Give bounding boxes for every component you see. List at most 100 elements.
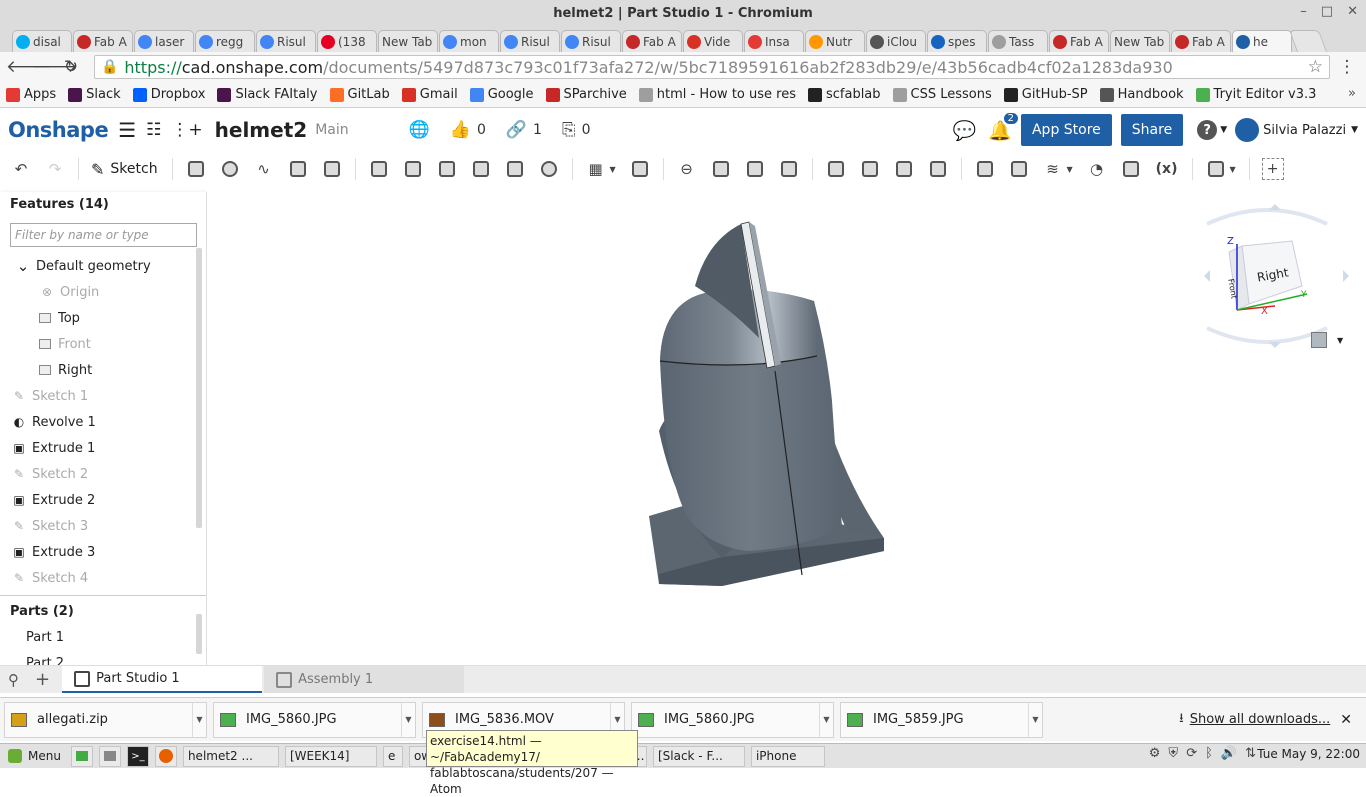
download-item[interactable]: IMG_5860.JPG ▼ [213, 701, 416, 738]
tab-4[interactable]: Risul [256, 30, 316, 52]
render-mode-dropdown-icon[interactable]: ▼ [1337, 336, 1343, 345]
bookmark-item[interactable]: scfablab [807, 87, 881, 102]
close-button[interactable]: ✕ [1347, 4, 1358, 19]
parts-list-scrollbar[interactable] [196, 614, 202, 654]
feature-filter-input[interactable]: Filter by name or type [10, 223, 197, 247]
tab-2[interactable]: laser [134, 30, 194, 52]
feature-item[interactable]: Right [0, 357, 206, 383]
tab-1[interactable]: Fab A [73, 30, 133, 52]
show-all-downloads[interactable]: ⭳ Show all downloads... [1179, 709, 1330, 731]
bookmark-item[interactable]: SParchive [545, 87, 627, 102]
bookmark-item[interactable]: Dropbox [132, 87, 205, 102]
start-menu-button[interactable]: Menu [4, 746, 65, 767]
show-all-link[interactable]: Show all downloads... [1190, 712, 1331, 727]
bookmark-item[interactable]: html - How to use res [638, 87, 796, 102]
feature-item[interactable]: ✎ Sketch 2 [0, 461, 206, 487]
import-icon[interactable] [1120, 158, 1142, 180]
download-menu-chevron-icon[interactable]: ▼ [1028, 702, 1042, 737]
revolve-icon[interactable] [219, 158, 241, 180]
tab-17[interactable]: Fab A [1049, 30, 1109, 52]
bookmark-item[interactable]: GitLab [329, 87, 390, 102]
update-icon[interactable]: ⟳ [1186, 746, 1197, 761]
avatar[interactable] [1235, 118, 1260, 142]
move-face-icon[interactable] [893, 158, 915, 180]
features-header[interactable]: Features (14) [0, 192, 206, 217]
chamfer-icon[interactable] [402, 158, 424, 180]
add-custom-feature-icon[interactable]: + [1261, 158, 1284, 180]
feature-list-scrollbar[interactable] [196, 248, 202, 528]
download-menu-chevron-icon[interactable]: ▼ [192, 702, 206, 737]
copies[interactable]: ⎘ 0 [562, 120, 591, 140]
part-item[interactable]: Part 1 [0, 624, 206, 650]
tab-3[interactable]: regg [195, 30, 255, 52]
feature-item[interactable]: ✎ Sketch 3 [0, 513, 206, 539]
hole-icon[interactable] [538, 158, 560, 180]
chevron-down-icon[interactable]: ▼ [1220, 125, 1227, 135]
sweep-icon[interactable]: ∿ [253, 158, 275, 180]
measure-icon[interactable]: ◔ [1086, 158, 1108, 180]
bookmark-star-icon[interactable]: ☆ [1308, 57, 1323, 77]
close-downloads-icon[interactable]: ✕ [1340, 712, 1352, 728]
sketch-button[interactable]: ✎ Sketch [91, 160, 158, 179]
tab-16[interactable]: Tass [988, 30, 1048, 52]
back-arrow-icon[interactable]: 🡐 [6, 57, 52, 77]
bookmark-item[interactable]: Gmail [401, 87, 458, 102]
url-input[interactable]: 🔒 https:// cad.onshape.com /documents/54… [93, 55, 1331, 79]
clock[interactable]: Tue May 9, 22:00 [1257, 747, 1360, 761]
feature-item[interactable]: ▣ Extrude 2 [0, 487, 206, 513]
tab-9[interactable]: Risul [561, 30, 621, 52]
redo-icon[interactable]: ↷ [44, 158, 66, 180]
add-element-icon[interactable]: + [35, 669, 50, 690]
bookmark-item[interactable]: GitHub-SP [1003, 87, 1088, 102]
feature-item[interactable]: ◐ Revolve 1 [0, 409, 206, 435]
bookmark-item[interactable]: Google [469, 87, 534, 102]
onshape-logo[interactable]: Onshape [8, 118, 109, 142]
rib-icon[interactable] [470, 158, 492, 180]
user-menu-chevron-icon[interactable]: ▼ [1351, 125, 1358, 135]
mate-connector-icon[interactable] [1008, 158, 1030, 180]
pattern-icon[interactable]: ▦ [585, 158, 607, 180]
task-item[interactable]: helmet2 ... [182, 745, 279, 767]
branch-name[interactable]: Main [315, 122, 348, 138]
feature-item[interactable]: ✎ Sketch 4 [0, 565, 206, 591]
feature-item[interactable]: ⊗ Origin [0, 279, 206, 305]
likes[interactable]: 👍 0 [450, 120, 486, 140]
split-icon[interactable] [710, 158, 732, 180]
shield-icon[interactable]: ⛨ [1168, 746, 1178, 761]
graphics-viewport[interactable]: Right Front Z X Y ▼ [207, 186, 1366, 665]
transform-icon[interactable] [744, 158, 766, 180]
minimize-button[interactable]: – [1300, 4, 1307, 19]
modify-fillet-icon[interactable] [825, 158, 847, 180]
bookmark-item[interactable]: Apps [6, 87, 56, 102]
globe-icon[interactable]: 🌐 [409, 120, 430, 140]
tab-18[interactable]: New Tab [1110, 30, 1170, 52]
tab-19[interactable]: Fab A [1171, 30, 1231, 52]
volume-icon[interactable]: 🔊 [1221, 746, 1237, 761]
parts-header[interactable]: Parts (2) [0, 596, 206, 624]
tab-11[interactable]: Vide [683, 30, 743, 52]
feature-item[interactable]: Front [0, 331, 206, 357]
helix-dropdown-icon[interactable]: ▼ [1066, 158, 1074, 180]
tab-0[interactable]: disal [12, 30, 72, 52]
render-mode-icon[interactable] [1311, 332, 1327, 348]
task-item[interactable]: iPhone [750, 745, 825, 767]
search-tabs-icon[interactable]: ⚲ [8, 671, 19, 689]
feature-item[interactable]: ▣ Extrude 3 [0, 539, 206, 565]
menu-kebab-icon[interactable]: ⋮ [1334, 57, 1360, 77]
feature-item[interactable]: ✎ Sketch 1 [0, 383, 206, 409]
variable-icon[interactable]: (x) [1154, 158, 1180, 180]
delete-part-icon[interactable] [778, 158, 800, 180]
download-item[interactable]: IMG_5859.JPG ▼ [840, 701, 1043, 738]
bluetooth-icon[interactable]: ᛒ [1205, 746, 1213, 761]
download-menu-chevron-icon[interactable]: ▼ [819, 702, 833, 737]
document-name[interactable]: helmet2 [215, 118, 308, 142]
tab-14[interactable]: iClou [866, 30, 926, 52]
bookmark-item[interactable]: Slack FAItaly [217, 87, 318, 102]
tab-assembly-1[interactable]: Assembly 1 [264, 666, 465, 693]
tab-part-studio-1[interactable]: Part Studio 1 [62, 666, 263, 693]
boolean-icon[interactable]: ⊖ [676, 158, 698, 180]
tab-6[interactable]: New Tab [378, 30, 438, 52]
network-icon[interactable]: ⇅ [1245, 746, 1256, 761]
hamburger-menu-icon[interactable]: ☰ [118, 118, 136, 142]
forward-arrow-icon[interactable]: 🡒 [32, 57, 78, 77]
